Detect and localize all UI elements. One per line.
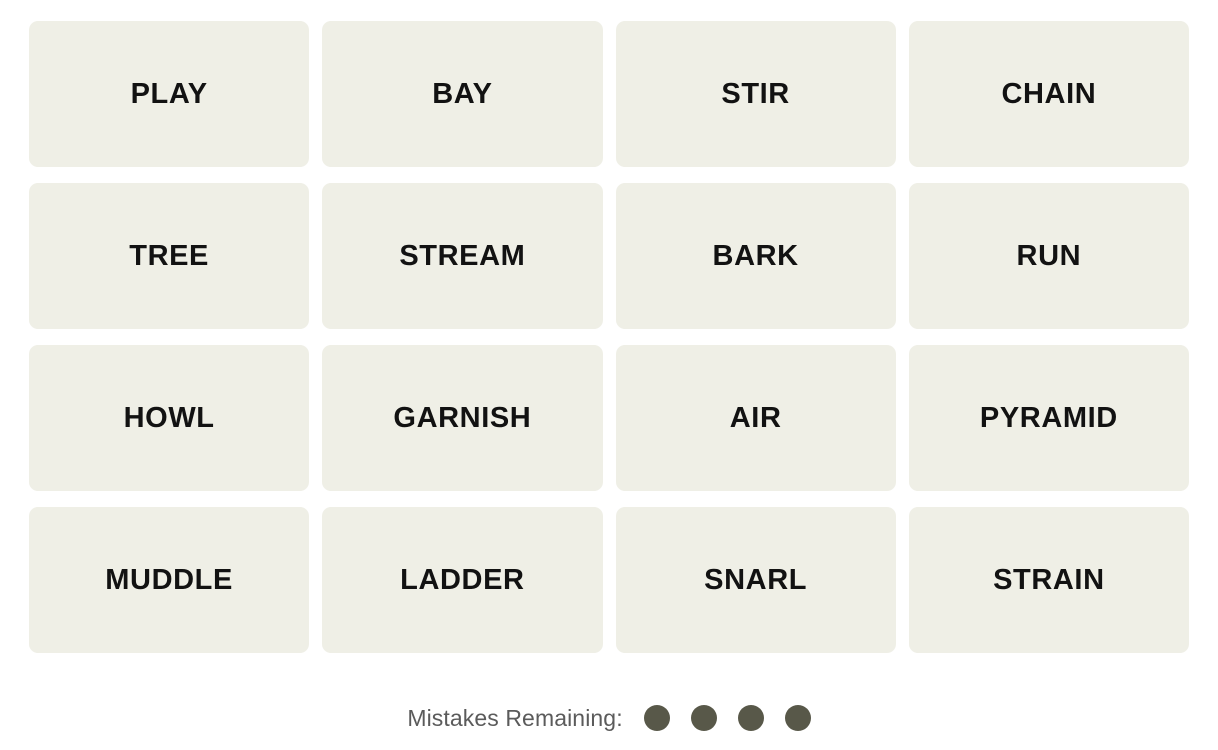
word-tile[interactable]: GARNISH xyxy=(322,345,603,491)
word-tile-label: PLAY xyxy=(130,77,208,110)
word-tile-label: SNARL xyxy=(704,563,808,596)
word-tile-label: MUDDLE xyxy=(105,563,233,596)
word-tile[interactable]: PLAY xyxy=(29,21,310,167)
word-tile[interactable]: HOWL xyxy=(29,345,310,491)
word-tile-label: PYRAMID xyxy=(979,401,1118,434)
word-tile-label: CHAIN xyxy=(1001,77,1097,110)
word-tile-label: TREE xyxy=(129,239,209,272)
word-grid: PLAY BAY STIR CHAIN TREE STREAM BARK RUN HOWL GAR… xyxy=(29,21,1189,653)
word-tile[interactable]: STIR xyxy=(615,21,896,167)
word-tile[interactable]: TREE xyxy=(29,183,310,329)
mistake-dot xyxy=(690,705,717,731)
word-tile-label: BAY xyxy=(432,77,493,110)
word-tile[interactable]: AIR xyxy=(615,345,896,491)
word-tile[interactable]: STREAM xyxy=(322,183,603,329)
word-tile-label: RUN xyxy=(1016,239,1082,272)
word-tile[interactable]: MUDDLE xyxy=(29,507,310,653)
word-tile-label: HOWL xyxy=(123,401,215,434)
mistakes-bar: Mistakes Remaining: xyxy=(0,698,1218,738)
word-tile[interactable]: STRAIN xyxy=(908,507,1189,653)
word-tile[interactable]: SNARL xyxy=(615,507,896,653)
mistakes-remaining-label: Mistakes Remaining: xyxy=(407,704,623,731)
word-tile-label: AIR xyxy=(729,401,782,434)
word-tile[interactable]: BARK xyxy=(615,183,896,329)
mistake-dot xyxy=(784,705,811,731)
word-tile-label: STIR xyxy=(721,77,790,110)
word-tile[interactable]: CHAIN xyxy=(908,21,1189,167)
word-tile[interactable]: LADDER xyxy=(322,507,603,653)
mistake-dot xyxy=(643,705,670,731)
word-tile[interactable]: PYRAMID xyxy=(908,345,1189,491)
word-tile-label: LADDER xyxy=(400,563,525,596)
mistakes-dots-group xyxy=(643,705,811,731)
connections-game: PLAY BAY STIR CHAIN TREE STREAM BARK RUN HOWL GAR… xyxy=(0,0,1218,750)
word-tile-label: GARNISH xyxy=(393,401,532,434)
word-tile-label: BARK xyxy=(712,239,799,272)
word-tile-label: STREAM xyxy=(399,239,526,272)
word-tile[interactable]: RUN xyxy=(908,183,1189,329)
mistake-dot xyxy=(737,705,764,731)
word-tile-label: STRAIN xyxy=(993,563,1105,596)
word-tile[interactable]: BAY xyxy=(322,21,603,167)
